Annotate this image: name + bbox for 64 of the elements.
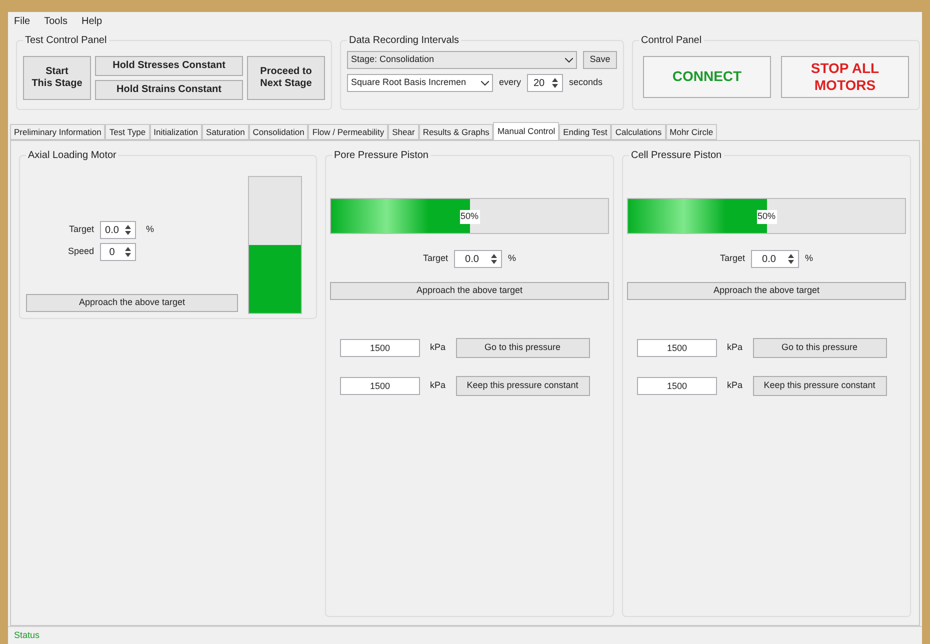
group-title: Data Recording Intervals — [347, 33, 462, 48]
seconds-label: seconds — [569, 76, 603, 90]
tab[interactable]: Saturation — [202, 124, 249, 140]
chevron-down-icon — [565, 58, 573, 62]
spinner-arrows-icon[interactable] — [123, 223, 133, 237]
approach-target-button[interactable]: Approach the above target — [26, 294, 238, 312]
group-title: Axial Loading Motor — [26, 148, 118, 163]
spinner-arrows-icon[interactable] — [123, 245, 133, 259]
target-label: Target — [422, 252, 448, 266]
target-label: Target — [720, 252, 745, 266]
menu-item[interactable]: Tools — [44, 14, 68, 28]
spinner-arrows-icon[interactable] — [786, 252, 796, 266]
speed-spinner[interactable]: 0 — [100, 243, 136, 261]
target-spinner[interactable]: 0.0 — [751, 250, 799, 268]
next-stage-button[interactable]: Proceed to Next Stage — [247, 56, 325, 100]
status-text: Status — [14, 628, 40, 642]
keep-pressure-button[interactable]: Keep this pressure constant — [456, 376, 590, 396]
spinner-arrows-icon[interactable] — [550, 76, 560, 90]
tab[interactable]: Initialization — [150, 124, 202, 140]
tab[interactable]: Ending Test — [559, 124, 612, 140]
tab[interactable]: Mohr Circle — [666, 124, 718, 140]
tab[interactable]: Flow / Permeability — [308, 124, 388, 140]
approach-target-button[interactable]: Approach the above target — [627, 282, 906, 300]
percent-label: % — [508, 252, 516, 266]
speed-label: Speed — [66, 245, 94, 258]
tab[interactable]: Manual Control — [493, 122, 560, 140]
approach-target-button[interactable]: Approach the above target — [330, 282, 609, 300]
tab[interactable]: Results & Graphs — [418, 124, 494, 140]
tab[interactable]: Preliminary Information — [10, 124, 106, 140]
tab[interactable]: Shear — [388, 124, 419, 140]
go-pressure-button[interactable]: Go to this pressure — [456, 338, 590, 358]
stage-dropdown[interactable]: Stage: Consolidation — [347, 51, 577, 69]
method-dropdown[interactable]: Square Root Basis Incremen — [347, 74, 493, 92]
pressure-field[interactable]: 1500 — [340, 377, 420, 395]
save-button[interactable]: Save — [583, 51, 617, 69]
kpa-label: kPa — [727, 341, 743, 354]
keep-pressure-button[interactable]: Keep this pressure constant — [752, 376, 887, 396]
kpa-label: kPa — [430, 379, 446, 392]
tab[interactable]: Consolidation — [248, 124, 308, 140]
menu-item[interactable]: Help — [81, 14, 102, 28]
percent-label: % — [146, 223, 154, 236]
spinner-arrows-icon[interactable] — [489, 252, 499, 266]
progress-reading: 50% — [756, 210, 776, 224]
kpa-label: kPa — [727, 379, 743, 392]
menu-item[interactable]: File — [14, 14, 30, 28]
pressure-field[interactable]: 1500 — [637, 377, 717, 395]
go-pressure-button[interactable]: Go to this pressure — [752, 338, 887, 358]
start-stage-button[interactable]: Start This Stage — [23, 56, 91, 100]
every-label: every — [499, 76, 522, 90]
progress-reading: 50% — [460, 210, 480, 224]
chevron-down-icon — [481, 80, 489, 86]
target-spinner[interactable]: 0.0 — [100, 221, 136, 239]
tab[interactable]: Calculations — [611, 124, 666, 140]
pressure-field[interactable]: 1500 — [637, 339, 717, 357]
interval-spinner[interactable]: 20 — [527, 74, 564, 92]
pressure-field[interactable]: 1500 — [340, 339, 420, 357]
target-spinner[interactable]: 0.0 — [454, 250, 502, 268]
percent-label: % — [805, 252, 814, 266]
stop-motors-button[interactable]: STOP ALL MOTORS — [781, 56, 909, 98]
target-label: Target — [68, 223, 94, 236]
tab[interactable]: Test Type — [105, 124, 150, 140]
hold-strains-button[interactable]: Hold Strains Constant — [95, 80, 243, 100]
hold-stresses-button[interactable]: Hold Stresses Constant — [95, 56, 243, 76]
kpa-label: kPa — [430, 341, 446, 354]
